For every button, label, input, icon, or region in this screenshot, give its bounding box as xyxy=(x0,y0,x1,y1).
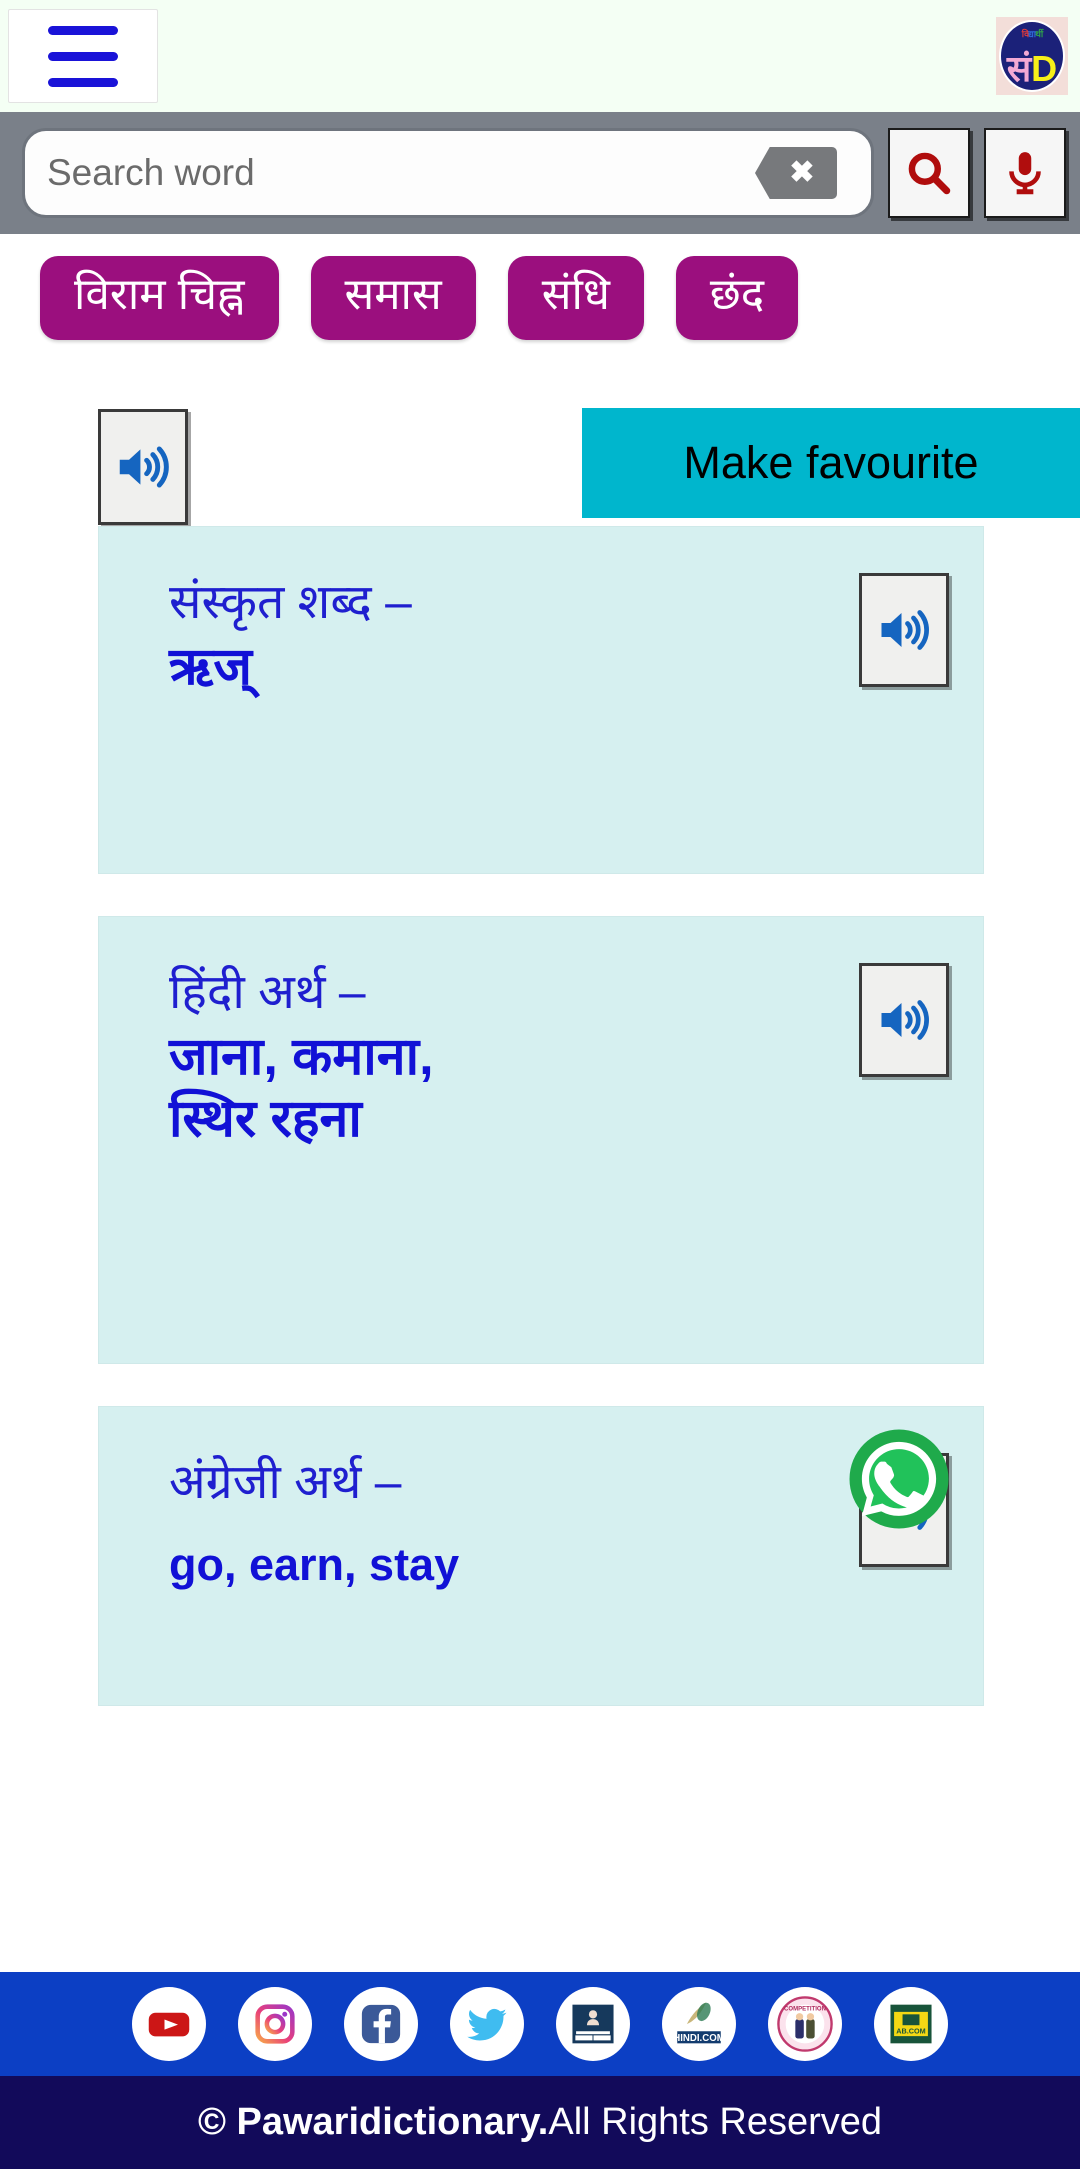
sanskrit-word-label: संस्कृत शब्द – xyxy=(169,576,412,630)
svg-text:HINDI.COM: HINDI.COM xyxy=(673,2033,725,2044)
logo-tagline: विद्यार्थी xyxy=(1001,30,1063,39)
social-links-bar: HINDI.COM COMPETITION AB.COM xyxy=(0,1972,1080,2076)
twitter-bird-glyph xyxy=(467,2008,507,2041)
search-box[interactable]: ✖ xyxy=(22,128,874,218)
menu-bar-2 xyxy=(48,51,118,61)
search-button[interactable] xyxy=(888,128,970,218)
chip-chhand[interactable]: छंद xyxy=(675,256,799,341)
hindi-meaning-card: हिंदी अर्थ – जाना, कमाना, स्थिर रहना xyxy=(98,916,984,1365)
copyright-brand: © Pawaridictionary. xyxy=(197,2101,549,2143)
english-meaning-card: अंग्रेजी अर्थ – go, earn, stay xyxy=(98,1406,984,1707)
app-header: विद्यार्थी संD xyxy=(0,0,1080,112)
speaker-icon xyxy=(119,446,169,488)
instagram-icon[interactable] xyxy=(238,1987,312,2061)
clear-search-icon[interactable]: ✖ xyxy=(755,147,837,199)
vidyarthi-logo-icon[interactable] xyxy=(556,1987,630,2061)
logo-circle: विद्यार्थी संD xyxy=(999,20,1065,92)
hamburger-menu-icon[interactable] xyxy=(8,9,158,103)
voice-search-button[interactable] xyxy=(984,128,1066,218)
app-logo[interactable]: विद्यार्थी संD xyxy=(996,17,1068,95)
search-input[interactable] xyxy=(47,152,755,194)
vidyarthi-glyph xyxy=(572,2004,614,2044)
clear-x-glyph: ✖ xyxy=(789,156,815,189)
chip-sandhi[interactable]: संधि xyxy=(507,256,644,341)
search-icon xyxy=(908,152,951,195)
competition-logo-icon[interactable]: COMPETITION xyxy=(768,1987,842,2061)
logo-latin-glyph: D xyxy=(1031,48,1058,89)
sanskrit-word-value: ऋज् xyxy=(169,637,252,696)
book-emblem-glyph: AB.COM xyxy=(890,2004,932,2044)
hindi-com-glyph: HINDI.COM xyxy=(673,2002,725,2044)
pronounce-word-button[interactable] xyxy=(98,409,188,526)
english-meaning-label: अंग्रेजी अर्थ – xyxy=(169,1456,402,1510)
chip-samas[interactable]: समास xyxy=(310,256,476,341)
logo-tagline-part-3: र्थी xyxy=(1035,29,1043,39)
instagram-glyph xyxy=(255,2004,295,2044)
book-logo-icon[interactable]: AB.COM xyxy=(874,1987,948,2061)
youtube-glyph xyxy=(148,2012,190,2037)
definition-card-list: संस्कृत शब्द – ऋज् हिंदी अर्थ – जाना, कम… xyxy=(0,526,1080,1707)
logo-hindi-glyph: सं xyxy=(1006,48,1032,89)
logo-main-text: संD xyxy=(1001,51,1063,87)
svg-text:AB.COM: AB.COM xyxy=(896,2027,925,2036)
facebook-glyph xyxy=(361,2004,401,2044)
english-meaning-value: go, earn, stay xyxy=(169,1538,460,1590)
copyright-rest: All Rights Reserved xyxy=(548,2101,883,2143)
youtube-icon[interactable] xyxy=(132,1987,206,2061)
menu-bar-3 xyxy=(48,77,118,87)
search-bar-container: ✖ xyxy=(0,112,1080,234)
sanskrit-word-card: संस्कृत शब्द – ऋज् xyxy=(98,526,984,875)
hindi-meaning-value: जाना, कमाना, स्थिर रहना xyxy=(169,1027,434,1149)
hindi-meaning-label: हिंदी अर्थ – xyxy=(169,966,366,1020)
svg-text:COMPETITION: COMPETITION xyxy=(784,2007,826,2013)
competition-glyph: COMPETITION xyxy=(777,1996,833,2052)
category-chip-row: विराम चिह्न समास संधि छंद xyxy=(0,234,1080,367)
pronounce-sanskrit-button[interactable] xyxy=(859,573,949,688)
whatsapp-share-icon[interactable] xyxy=(845,1425,953,1533)
facebook-icon[interactable] xyxy=(344,1987,418,2061)
make-favourite-button[interactable]: Make favourite xyxy=(582,408,1080,519)
speaker-icon xyxy=(881,1000,929,1041)
pronounce-hindi-button[interactable] xyxy=(859,963,949,1078)
microphone-icon xyxy=(1009,152,1041,195)
chip-viram-chinh[interactable]: विराम चिह्न xyxy=(40,256,279,341)
word-action-row: Make favourite xyxy=(0,366,1080,526)
menu-bar-1 xyxy=(48,25,118,35)
speaker-icon xyxy=(881,610,929,651)
hindi-com-logo-icon[interactable]: HINDI.COM xyxy=(662,1987,736,2061)
twitter-icon[interactable] xyxy=(450,1987,524,2061)
copyright-bar: © Pawaridictionary. All Rights Reserved xyxy=(0,2076,1080,2169)
